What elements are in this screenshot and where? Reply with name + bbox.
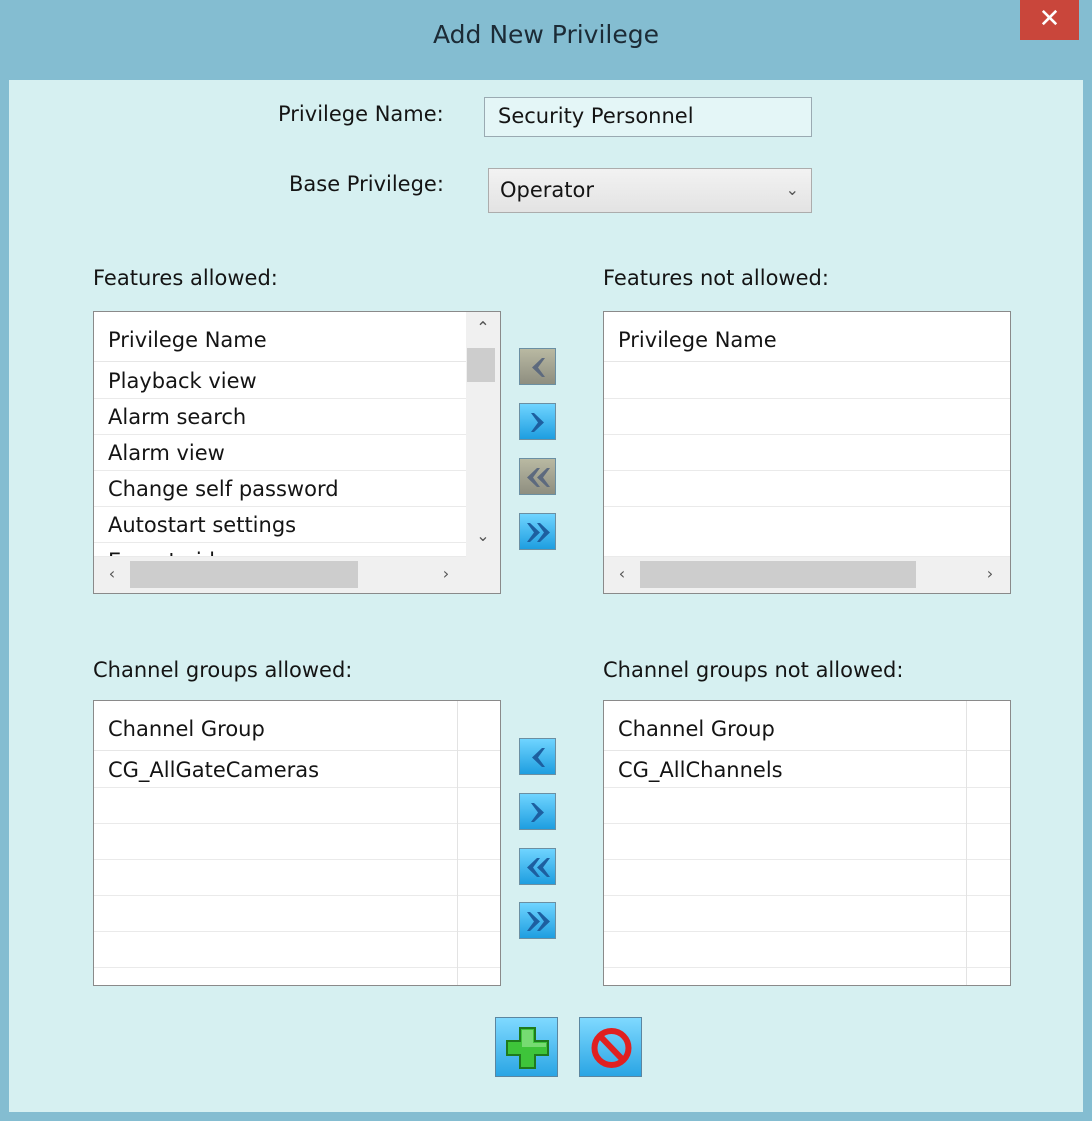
privilege-name-label: Privilege Name:: [278, 102, 444, 126]
add-privilege-dialog: Add New Privilege ✕ Privilege Name: Secu…: [0, 0, 1092, 1121]
dialog-title: Add New Privilege: [432, 20, 659, 49]
features-not-allowed-list[interactable]: Privilege Name ‹ ›: [603, 311, 1011, 594]
chevron-right-icon[interactable]: ›: [434, 564, 458, 583]
vertical-scrollbar[interactable]: ⌃ ⌄: [466, 312, 500, 557]
double-chevron-right-icon: [527, 523, 550, 542]
base-privilege-label: Base Privilege:: [289, 172, 444, 196]
list-item: [604, 860, 1010, 896]
move-all-right-button[interactable]: [519, 513, 556, 550]
column-divider[interactable]: [457, 701, 458, 985]
move-all-channels-left-button[interactable]: [519, 848, 556, 885]
move-right-button[interactable]: [519, 403, 556, 440]
channel-groups-allowed-header[interactable]: Channel Group: [94, 701, 500, 751]
chevron-left-icon[interactable]: ‹: [100, 564, 124, 583]
cancel-button[interactable]: [579, 1017, 642, 1077]
move-all-left-button[interactable]: [519, 458, 556, 495]
scrollbar-thumb[interactable]: [130, 561, 358, 588]
list-item: [604, 363, 1010, 399]
list-item: [604, 824, 1010, 860]
list-item: [94, 932, 500, 968]
column-divider[interactable]: [966, 701, 967, 985]
list-item: [604, 932, 1010, 968]
channel-groups-not-allowed-header[interactable]: Channel Group: [604, 701, 1010, 751]
features-allowed-label: Features allowed:: [93, 266, 278, 290]
horizontal-scrollbar[interactable]: ‹ ›: [94, 557, 500, 593]
features-allowed-list[interactable]: Privilege Name Playback view Alarm searc…: [93, 311, 501, 594]
list-item: [604, 896, 1010, 932]
features-not-allowed-header[interactable]: Privilege Name: [604, 312, 1010, 362]
move-all-channels-right-button[interactable]: [519, 902, 556, 939]
chevron-left-icon: [532, 358, 545, 377]
chevron-down-icon[interactable]: ⌄: [466, 526, 500, 545]
chevron-up-icon[interactable]: ⌃: [466, 318, 500, 337]
list-item: [604, 507, 1010, 557]
dialog-body: Privilege Name: Security Personnel Base …: [9, 80, 1083, 1112]
horizontal-scrollbar[interactable]: ‹ ›: [604, 557, 1010, 593]
privilege-name-input[interactable]: Security Personnel: [484, 97, 812, 137]
list-item: [604, 788, 1010, 824]
list-item[interactable]: Autostart settings: [94, 507, 466, 543]
list-item[interactable]: Alarm search: [94, 399, 466, 435]
title-bar[interactable]: Add New Privilege ✕: [0, 0, 1092, 80]
features-allowed-header[interactable]: Privilege Name: [94, 312, 466, 362]
channel-groups-not-allowed-label: Channel groups not allowed:: [603, 658, 904, 682]
plus-icon: [506, 1027, 549, 1069]
chevron-left-icon: [532, 748, 545, 767]
move-left-button[interactable]: [519, 348, 556, 385]
scrollbar-thumb[interactable]: [467, 348, 495, 382]
list-item: [604, 435, 1010, 471]
base-privilege-value: Operator: [500, 178, 594, 202]
list-item: [94, 824, 500, 860]
double-chevron-left-icon: [527, 468, 550, 487]
scrollbar-thumb[interactable]: [640, 561, 916, 588]
chevron-right-icon[interactable]: ›: [978, 564, 1002, 583]
list-item[interactable]: Playback view: [94, 363, 466, 399]
list-item: [94, 788, 500, 824]
close-icon: ✕: [1038, 4, 1061, 34]
move-channel-right-button[interactable]: [519, 793, 556, 830]
chevron-down-icon: ⌄: [785, 180, 799, 199]
list-item[interactable]: CG_AllChannels: [604, 752, 1010, 788]
channel-groups-allowed-list[interactable]: Channel Group CG_AllGateCameras: [93, 700, 501, 986]
prohibited-icon: [591, 1028, 632, 1068]
channel-groups-not-allowed-list[interactable]: Channel Group CG_AllChannels: [603, 700, 1011, 986]
list-item: [604, 471, 1010, 507]
chevron-right-icon: [531, 803, 544, 822]
list-item: [94, 896, 500, 932]
double-chevron-right-icon: [527, 912, 550, 931]
features-not-allowed-label: Features not allowed:: [603, 266, 829, 290]
list-item[interactable]: Change self password: [94, 471, 466, 507]
chevron-right-icon: [531, 413, 544, 432]
double-chevron-left-icon: [527, 858, 550, 877]
list-item[interactable]: Alarm view: [94, 435, 466, 471]
list-item[interactable]: CG_AllGateCameras: [94, 752, 500, 788]
close-button[interactable]: ✕: [1020, 0, 1079, 40]
chevron-left-icon[interactable]: ‹: [610, 564, 634, 583]
list-item: [94, 860, 500, 896]
list-item[interactable]: Export video: [94, 543, 466, 557]
channel-groups-allowed-label: Channel groups allowed:: [93, 658, 353, 682]
base-privilege-dropdown[interactable]: Operator ⌄: [488, 168, 812, 213]
list-item: [604, 399, 1010, 435]
move-channel-left-button[interactable]: [519, 738, 556, 775]
add-button[interactable]: [495, 1017, 558, 1077]
